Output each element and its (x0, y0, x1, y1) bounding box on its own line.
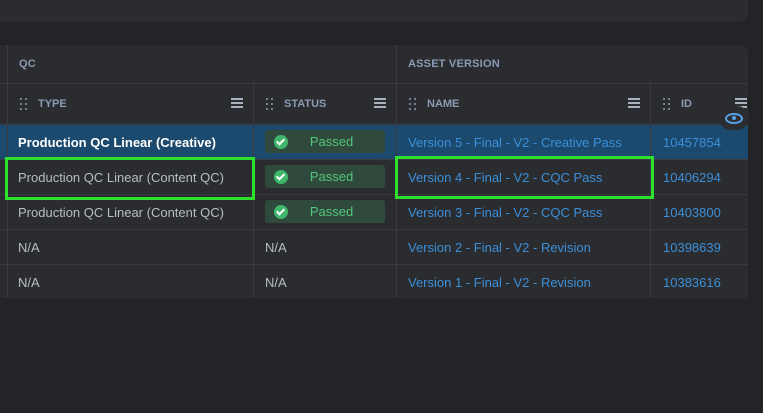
asset-version-link[interactable]: Version 3 - Final - V2 - CQC Pass (408, 195, 602, 230)
asset-id-link[interactable]: 10457854 (663, 125, 721, 160)
drag-handle-icon[interactable] (20, 98, 30, 110)
column-header-row: TYPE STATUS NAME ID (0, 84, 748, 125)
group-asset-version: ASSET VERSION (408, 58, 500, 70)
asset-version-link[interactable]: Version 5 - Final - V2 - Creative Pass (408, 125, 622, 160)
column-header-label: ID (681, 98, 692, 110)
column-group-header: QC ASSET VERSION (0, 45, 748, 84)
asset-version-link[interactable]: Version 4 - Final - V2 - CQC Pass (408, 160, 602, 195)
column-header-label: TYPE (38, 98, 67, 110)
table-row[interactable]: Production QC Linear (Content QC) Passed… (0, 160, 748, 195)
type-cell: Production QC Linear (Content QC) (18, 205, 224, 220)
type-cell: Production QC Linear (Content QC) (18, 170, 224, 185)
hamburger-menu-icon[interactable] (374, 98, 386, 108)
asset-id-link[interactable]: 10403800 (663, 195, 721, 230)
table-row[interactable]: N/A N/A Version 2 - Final - V2 - Revisio… (0, 230, 748, 265)
column-header-name[interactable]: NAME (397, 84, 650, 124)
status-label: Passed (309, 134, 354, 149)
table-row[interactable]: Production QC Linear (Creative) Passed V… (0, 125, 748, 160)
asset-id-link[interactable]: 10383616 (663, 265, 721, 298)
column-header-label: STATUS (284, 98, 327, 110)
asset-version-link[interactable]: Version 2 - Final - V2 - Revision (408, 230, 591, 265)
column-divider (253, 84, 254, 298)
type-cell: Production QC Linear (Creative) (18, 135, 216, 150)
type-cell: N/A (18, 275, 40, 290)
top-panel (0, 0, 748, 22)
status-badge: Passed (265, 165, 385, 188)
drag-handle-icon[interactable] (663, 98, 673, 110)
asset-id-link[interactable]: 10398639 (663, 230, 721, 265)
status-label: Passed (309, 169, 354, 184)
check-circle-icon (274, 204, 288, 219)
column-header-status[interactable]: STATUS (254, 84, 396, 124)
asset-version-link[interactable]: Version 1 - Final - V2 - Revision (408, 265, 591, 298)
status-label: Passed (309, 204, 354, 219)
check-circle-icon (274, 134, 288, 149)
column-divider (7, 45, 8, 298)
table-row[interactable]: Production QC Linear (Content QC) Passed… (0, 195, 748, 230)
drag-handle-icon[interactable] (266, 98, 276, 110)
group-qc: QC (19, 58, 36, 70)
status-badge: Passed (265, 200, 385, 223)
qc-asset-grid: QC ASSET VERSION TYPE STATUS NAME ID Pro… (0, 45, 748, 298)
hamburger-menu-icon[interactable] (628, 98, 640, 108)
status-cell: N/A (265, 275, 287, 290)
type-cell: N/A (18, 240, 40, 255)
hamburger-menu-icon[interactable] (231, 98, 243, 108)
eye-icon[interactable] (719, 106, 749, 130)
asset-id-link[interactable]: 10406294 (663, 160, 721, 195)
drag-handle-icon[interactable] (409, 98, 419, 110)
check-circle-icon (274, 169, 288, 184)
status-cell: N/A (265, 240, 287, 255)
column-header-label: NAME (427, 98, 460, 110)
column-divider (650, 84, 651, 298)
column-divider (396, 45, 397, 298)
column-header-type[interactable]: TYPE (8, 84, 253, 124)
status-badge: Passed (265, 130, 385, 153)
table-row[interactable]: N/A N/A Version 1 - Final - V2 - Revisio… (0, 265, 748, 298)
